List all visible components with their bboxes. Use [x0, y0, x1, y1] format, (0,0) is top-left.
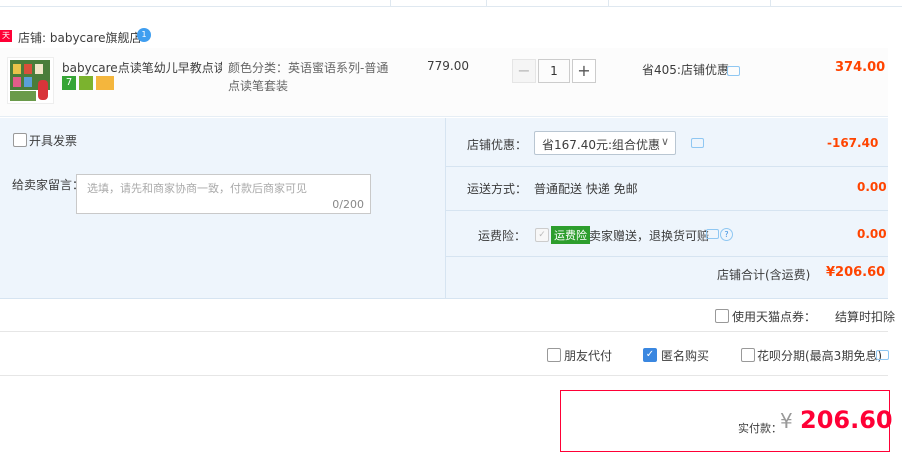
- delivery-amount: 0.00: [857, 180, 887, 194]
- wangwang-chat-icon[interactable]: 1: [137, 28, 151, 42]
- insurance-desc: 卖家赠送，退换货可赔: [589, 229, 710, 243]
- points-note: 结算时扣除: [835, 310, 896, 324]
- insurance-chat-icon[interactable]: [706, 229, 719, 239]
- insurance-checkbox: ✓: [535, 228, 549, 242]
- shop-total-amount: ¥206.60: [826, 265, 886, 280]
- delivery-method: 普通配送 快递 免邮: [534, 182, 638, 196]
- shop-discount-value: 省167.40元:组合优惠: [542, 138, 661, 152]
- help-icon[interactable]: ?: [720, 228, 733, 241]
- memo-label: 给卖家留言：: [12, 178, 85, 192]
- seven-day-return-icon: 7: [62, 76, 76, 90]
- insurance-tag: 运费险: [551, 226, 590, 244]
- discount-help-icon[interactable]: [691, 138, 704, 148]
- tmall-tag: 天猫: [0, 30, 12, 52]
- delivery-label: 运送方式：: [467, 182, 528, 196]
- invoice-checkbox[interactable]: [13, 133, 27, 147]
- quantity-increase-button[interactable]: +: [572, 59, 596, 83]
- shop-total-label: 店铺合计(含运费): [717, 268, 811, 282]
- memo-placeholder: 选填，请先和商家协商一致，付款后商家可见: [87, 182, 307, 195]
- memo-textarea[interactable]: 选填，请先和商家协商一致，付款后商家可见 0/200: [76, 174, 371, 214]
- points-checkbox[interactable]: [715, 309, 729, 323]
- shop-discount-select[interactable]: 省167.40元:组合优惠 ∨: [534, 131, 676, 155]
- shop-discount-amount: -167.40: [827, 136, 879, 150]
- quantity-input[interactable]: 1: [538, 59, 570, 83]
- item-subtotal: 374.00: [835, 60, 886, 75]
- quantity-decrease-button[interactable]: −: [512, 59, 536, 83]
- chevron-down-icon: ∨: [660, 135, 669, 148]
- item-discount: 省405:店铺优惠: [642, 63, 729, 77]
- friend-pay-label: 朋友代付: [564, 349, 613, 363]
- anonymous-checkbox[interactable]: ✓: [643, 348, 657, 362]
- memo-char-count: 0/200: [332, 198, 364, 211]
- payment-amount: 206.60: [800, 406, 893, 434]
- points-label: 使用天猫点券：: [732, 310, 817, 324]
- unit-price: 779.00: [427, 59, 469, 73]
- anonymous-label: 匿名购买: [661, 349, 710, 363]
- discount-info-icon[interactable]: [727, 66, 740, 76]
- header-divider: [0, 0, 902, 7]
- product-thumbnail[interactable]: [7, 57, 54, 104]
- huabei-checkbox[interactable]: [741, 348, 755, 362]
- insurance-amount: 0.00: [857, 227, 887, 241]
- shop-discount-label: 店铺优惠：: [467, 138, 528, 152]
- friend-pay-checkbox[interactable]: [547, 348, 561, 362]
- sku-info: 颜色分类：英语蜜语系列-普通点读笔套装: [228, 61, 389, 93]
- insurance-label: 运费险：: [478, 229, 527, 243]
- invoice-label: 开具发票: [29, 134, 78, 148]
- item-title-link[interactable]: babycare点读笔幼儿早教点读…: [62, 59, 222, 76]
- guarantee-icon: [79, 76, 93, 90]
- payment-currency: ¥: [780, 409, 793, 433]
- payment-label: 实付款：: [738, 422, 782, 435]
- card-payment-icon: [96, 76, 114, 90]
- huabei-info-icon[interactable]: [876, 350, 889, 360]
- shop-name-link[interactable]: 店铺: babycare旗舰店: [18, 29, 142, 46]
- huabei-label: 花呗分期(最高3期免息): [757, 349, 882, 363]
